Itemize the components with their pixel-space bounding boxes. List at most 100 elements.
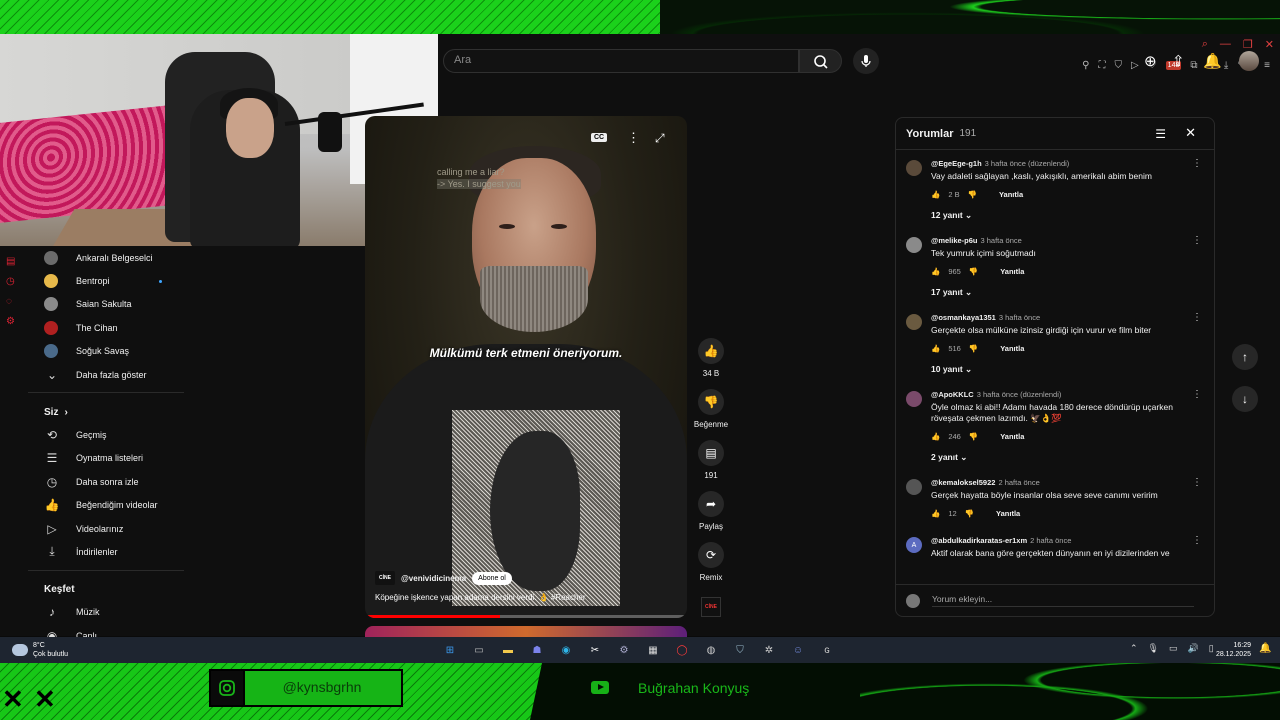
mic-tray-icon[interactable]: 🎙 [1148, 643, 1159, 654]
share-button[interactable]: ➦ Paylaş [690, 491, 732, 531]
comment-time[interactable]: 2 hafta önce [998, 478, 1039, 487]
thumb-up-icon[interactable]: 👍 [931, 432, 940, 441]
discord-icon[interactable]: ☺ [789, 642, 807, 658]
shield-icon[interactable]: ⛉ [1115, 60, 1123, 71]
sidebar-item-playlists[interactable]: ☰ Oynatma listeleri [28, 447, 184, 470]
edge-icon[interactable]: ◉ [557, 642, 575, 658]
thumb-down-icon[interactable]: 👎 [969, 344, 978, 353]
logitech-icon[interactable]: ɢ [818, 642, 836, 658]
reply-button[interactable]: Yanıtla [1000, 344, 1024, 353]
chevron-up-icon[interactable]: ⌃ [1130, 643, 1138, 654]
sidebar-item-your-videos[interactable]: ▷ Videolarınız [28, 517, 184, 540]
you-heading[interactable]: Siz › [28, 401, 184, 423]
reply-button[interactable]: Yanıtla [1000, 267, 1024, 276]
comment-input[interactable]: Yorum ekleyin... [932, 594, 1194, 607]
thumb-down-icon[interactable]: 👎 [965, 509, 974, 518]
opera-gx-icon[interactable]: ◯ [673, 642, 691, 658]
avatar[interactable] [906, 237, 922, 253]
view-replies-button[interactable]: 10 yanıt ⌄ [931, 364, 1194, 375]
video-progress-bar[interactable] [365, 615, 687, 618]
mini-library-icon[interactable]: ▤ [6, 256, 18, 268]
notifications-icon[interactable]: 🔔 [1203, 52, 1222, 70]
task-view-icon[interactable]: ▭ [470, 642, 488, 658]
more-vert-icon[interactable]: ⋮ [1192, 235, 1202, 246]
close-icon[interactable]: ✕ [1185, 125, 1196, 141]
weather-widget[interactable]: 8°C Çok bulutlu [12, 641, 68, 659]
comment-author[interactable]: @kemaloksel5922 [931, 478, 995, 487]
show-more-button[interactable]: ⌄ Daha fazla göster [28, 363, 184, 386]
browser-menu-icon[interactable]: ≡ [1264, 60, 1270, 71]
store-icon[interactable]: ▦ [644, 642, 662, 658]
puzzle-icon[interactable]: ⧉ [1190, 60, 1197, 71]
close-window-icon[interactable]: ✕ [1265, 38, 1274, 51]
thumb-up-icon[interactable]: 👍 [931, 344, 940, 353]
settings-app-icon[interactable]: ✲ [760, 642, 778, 658]
create-icon[interactable]: ⊕ [1144, 52, 1157, 70]
mini-history-icon[interactable]: ◷ [6, 276, 18, 288]
account-avatar[interactable] [1239, 51, 1259, 71]
search-input[interactable]: Ara [454, 54, 471, 66]
comment-time[interactable]: 3 hafta önce (düzenlendi) [977, 390, 1062, 399]
thumb-up-icon[interactable]: 👍 [931, 267, 940, 276]
volume-icon[interactable]: 🔊 [1188, 643, 1199, 654]
view-replies-button[interactable]: 2 yanıt ⌄ [931, 452, 1194, 463]
reply-button[interactable]: Yanıtla [1000, 432, 1024, 441]
sidebar-item-history[interactable]: ⟲ Geçmiş [28, 423, 184, 446]
view-replies-button[interactable]: 17 yanıt ⌄ [931, 287, 1194, 298]
comment-author[interactable]: @ApoKKLC [931, 390, 974, 399]
fullscreen-icon[interactable]: ⤢ [655, 131, 665, 146]
sidebar-item-live[interactable]: ◉ Canlı [28, 624, 184, 637]
more-vert-icon[interactable]: ⋮ [1192, 477, 1202, 488]
comment-time[interactable]: 3 hafta önce (düzenlendi) [985, 159, 1070, 168]
comment-author[interactable]: @osmankaya1351 [931, 313, 996, 322]
channel-logo[interactable]: CİNE [375, 571, 395, 585]
subscription-item[interactable]: Soğuk Savaş [28, 340, 184, 363]
subscription-item[interactable]: Bentropi [28, 269, 184, 292]
next-short-button[interactable]: ↓ [1232, 386, 1258, 412]
search-box[interactable] [443, 49, 799, 73]
comment-time[interactable]: 3 hafta önce [981, 236, 1022, 245]
pin-icon[interactable]: ⚲ [1082, 60, 1089, 71]
teams-icon[interactable]: ☗ [528, 642, 546, 658]
search-button[interactable] [799, 49, 842, 73]
notification-bell-icon[interactable]: 🔔 [1259, 643, 1271, 654]
reply-button[interactable]: Yanıtla [999, 190, 1023, 199]
thumb-down-icon[interactable]: 👎 [969, 267, 978, 276]
more-vert-icon[interactable]: ⋮ [627, 130, 640, 146]
minimize-icon[interactable]: — [1220, 38, 1231, 51]
comment-author[interactable]: @EgeEge-g1h [931, 159, 982, 168]
play-icon[interactable]: ▷ [1131, 60, 1139, 71]
comment-time[interactable]: 2 hafta önce [1030, 536, 1071, 545]
subscribe-button[interactable]: Abone ol [472, 571, 512, 585]
channel-thumbnail[interactable]: CİNE [701, 597, 721, 617]
thumb-down-icon[interactable]: 👎 [969, 432, 978, 441]
subscription-item[interactable]: The Cihan [28, 316, 184, 339]
avatar[interactable]: A [906, 537, 922, 553]
comment-author[interactable]: @melike-p6u [931, 236, 978, 245]
more-vert-icon[interactable]: ⋮ [1192, 535, 1202, 546]
valorant-icon[interactable]: ⛉ [731, 642, 749, 658]
voice-search-button[interactable] [853, 48, 879, 74]
channel-handle[interactable]: @venividicinema [401, 574, 466, 583]
obs-icon[interactable]: ◍ [702, 642, 720, 658]
download-browser-icon[interactable]: ⤓ [1224, 60, 1228, 71]
captions-button[interactable]: CC [591, 133, 608, 142]
thumb-up-icon[interactable]: 👍 [931, 190, 940, 199]
file-explorer-icon[interactable]: ▬ [499, 642, 517, 658]
subscription-item[interactable]: Saian Sakulta [28, 293, 184, 316]
sidebar-item-download[interactable]: ⤓ İndirilenler [28, 540, 184, 563]
remix-button[interactable]: ⟳ Remix [690, 542, 732, 582]
network-icon[interactable]: ▭ [1169, 643, 1178, 654]
avatar[interactable] [906, 479, 922, 495]
avatar[interactable] [906, 314, 922, 330]
comments-button[interactable]: ▤ 191 [690, 440, 732, 480]
comment-author[interactable]: @abdulkadirkaratas-er1xm [931, 536, 1027, 545]
more-vert-icon[interactable]: ⋮ [1192, 389, 1202, 400]
more-vert-icon[interactable]: ⋮ [1192, 158, 1202, 169]
start-icon[interactable]: ⊞ [441, 642, 459, 658]
avatar[interactable] [906, 391, 922, 407]
previous-short-button[interactable]: ↑ [1232, 344, 1258, 370]
sort-icon[interactable]: ☰ [1155, 127, 1166, 141]
capcut-icon[interactable]: ✂ [586, 642, 604, 658]
thumb-up-icon[interactable]: 👍 [931, 509, 940, 518]
